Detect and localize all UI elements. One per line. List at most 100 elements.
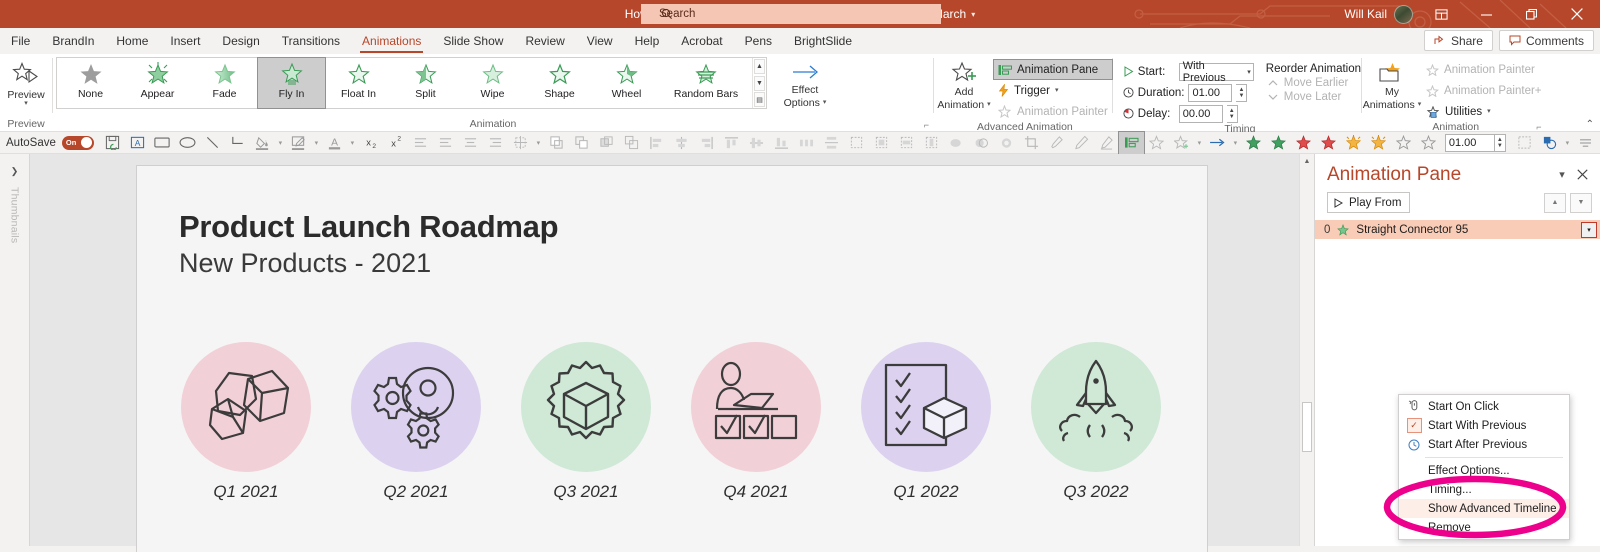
timeline-item-q3-2021[interactable]: Q3 2021 bbox=[502, 342, 670, 502]
align-objects-middle-icon[interactable] bbox=[744, 132, 769, 154]
tab-view[interactable]: View bbox=[576, 28, 624, 54]
slide[interactable]: Product Launch Roadmap New Products - 20… bbox=[137, 166, 1207, 552]
tab-home[interactable]: Home bbox=[105, 28, 159, 54]
pen-icon[interactable] bbox=[1069, 132, 1094, 154]
ribbon-display-options-button[interactable] bbox=[1419, 0, 1464, 28]
star-outline2-icon[interactable] bbox=[1416, 132, 1441, 154]
merge-shapes-2-icon[interactable] bbox=[894, 132, 919, 154]
shape-effects-dropdown[interactable]: ▾ bbox=[1562, 132, 1573, 154]
context-menu-timing[interactable]: Timing... bbox=[1399, 480, 1569, 499]
eyedropper-icon[interactable] bbox=[1044, 132, 1069, 154]
trigger-button[interactable]: Trigger ▾ bbox=[994, 81, 1112, 100]
merge-shapes-3-icon[interactable] bbox=[919, 132, 944, 154]
align-text-left-icon[interactable] bbox=[408, 132, 433, 154]
merge-union-icon[interactable] bbox=[944, 132, 969, 154]
chevron-down-icon[interactable]: ▾ bbox=[24, 100, 28, 108]
superscript-icon[interactable]: x2 bbox=[383, 132, 408, 154]
context-menu-remove[interactable]: Remove bbox=[1399, 518, 1569, 537]
gallery-scrollbar[interactable]: ▲ ▼ ▤ bbox=[752, 58, 766, 108]
avatar[interactable] bbox=[1394, 4, 1413, 24]
effect-options-button[interactable]: Effect Options ▾ bbox=[779, 57, 831, 109]
tab-brightslide[interactable]: BrightSlide bbox=[783, 28, 863, 54]
entrance-green-icon[interactable] bbox=[1241, 132, 1266, 154]
collapse-ribbon-button[interactable]: ⌃ bbox=[1586, 119, 1594, 130]
group-icon[interactable] bbox=[594, 132, 619, 154]
timeline-item-q3-2022[interactable]: Q3 2022 bbox=[1012, 342, 1180, 502]
animation-context-menu[interactable]: Start On Click ✓ Start With Previous Sta… bbox=[1398, 394, 1570, 540]
minimize-button[interactable] bbox=[1464, 0, 1509, 28]
gallery-scroll-down[interactable]: ▼ bbox=[754, 75, 765, 91]
toolbar-duration-input[interactable]: 01.00 bbox=[1444, 133, 1495, 152]
align-right-icon[interactable] bbox=[483, 132, 508, 154]
animation-none-icon[interactable] bbox=[1144, 132, 1169, 154]
align-center-icon[interactable] bbox=[458, 132, 483, 154]
highlighter-icon[interactable] bbox=[1094, 132, 1119, 154]
scrollbar-thumb[interactable] bbox=[1302, 402, 1312, 452]
play-from-button[interactable]: Play From bbox=[1327, 192, 1411, 213]
effect-none[interactable]: None bbox=[57, 58, 124, 108]
tab-help[interactable]: Help bbox=[624, 28, 671, 54]
chevron-down-icon[interactable]: ▾ bbox=[1247, 68, 1251, 76]
chevron-right-icon[interactable]: ❯ bbox=[11, 166, 19, 177]
effect-split[interactable]: Split bbox=[392, 58, 459, 108]
effect-wheel[interactable]: Wheel bbox=[593, 58, 660, 108]
text-box-icon[interactable]: A bbox=[125, 132, 150, 154]
slide-canvas[interactable]: Product Launch Roadmap New Products - 20… bbox=[30, 154, 1314, 552]
canvas-vertical-scrollbar[interactable]: ▲ bbox=[1299, 154, 1314, 546]
context-menu-effect-options[interactable]: Effect Options... bbox=[1399, 461, 1569, 480]
autosave-control[interactable]: AutoSave On bbox=[6, 135, 100, 150]
align-objects-center-icon[interactable] bbox=[669, 132, 694, 154]
effect-fade[interactable]: Fade bbox=[191, 58, 258, 108]
context-menu-start-on-click[interactable]: Start On Click bbox=[1399, 397, 1569, 416]
add-animation-icon[interactable] bbox=[1169, 132, 1194, 154]
toolbar-duration-stepper[interactable]: ▲ ▼ bbox=[1494, 133, 1506, 152]
search-input[interactable]: Search bbox=[641, 4, 941, 24]
toolbar-duration-control[interactable]: 01.00 ▲ ▼ bbox=[1444, 133, 1506, 152]
merge-combine-icon[interactable] bbox=[969, 132, 994, 154]
font-color-dropdown[interactable]: ▾ bbox=[347, 132, 358, 154]
shape-effects-icon[interactable] bbox=[1537, 132, 1562, 154]
line-icon[interactable] bbox=[200, 132, 225, 154]
shape-fill-icon[interactable] bbox=[250, 132, 275, 154]
effect-wipe[interactable]: Wipe bbox=[459, 58, 526, 108]
effect-shape[interactable]: Shape bbox=[526, 58, 593, 108]
shape-fill-dropdown[interactable]: ▾ bbox=[275, 132, 286, 154]
shape-outline-dropdown[interactable]: ▾ bbox=[311, 132, 322, 154]
animation-pane-options-button[interactable]: ▾ bbox=[1552, 164, 1572, 184]
distribute-horizontal-icon[interactable] bbox=[794, 132, 819, 154]
tab-transitions[interactable]: Transitions bbox=[271, 28, 351, 54]
size-icon[interactable] bbox=[844, 132, 869, 154]
slide-title[interactable]: Product Launch Roadmap bbox=[179, 209, 559, 245]
align-objects-top-icon[interactable] bbox=[719, 132, 744, 154]
chevron-down-icon[interactable]: ▾ bbox=[1487, 107, 1491, 115]
gallery-scroll-up[interactable]: ▲ bbox=[754, 59, 765, 74]
crop-icon[interactable] bbox=[1019, 132, 1044, 154]
timeline-item-q1-2021[interactable]: Q1 2021 bbox=[162, 342, 330, 502]
selection-pane-icon[interactable] bbox=[1512, 132, 1537, 154]
utilities-button[interactable]: Utilities ▾ bbox=[1422, 102, 1546, 121]
entrance-green2-icon[interactable] bbox=[1266, 132, 1291, 154]
animation-list-item[interactable]: 0 Straight Connector 95 ▾ bbox=[1315, 220, 1600, 239]
close-button[interactable] bbox=[1554, 0, 1600, 28]
brightslide-dialog-launcher[interactable]: ⌐ bbox=[1536, 122, 1541, 132]
scroll-up-icon[interactable]: ▲ bbox=[1300, 154, 1314, 169]
tab-pens[interactable]: Pens bbox=[734, 28, 783, 54]
animation-pane-close-button[interactable] bbox=[1572, 164, 1592, 184]
effect-random-bars[interactable]: Random Bars bbox=[660, 58, 752, 108]
delay-input[interactable]: 00.00 bbox=[1178, 104, 1223, 123]
animation-pane-icon[interactable] bbox=[1117, 130, 1145, 155]
animation-effects-gallery[interactable]: None Appear Fade Fly In Float In Split W… bbox=[56, 57, 767, 109]
motion-path-dropdown[interactable]: ▾ bbox=[1230, 132, 1241, 154]
tab-brandin[interactable]: BrandIn bbox=[41, 28, 105, 54]
tab-acrobat[interactable]: Acrobat bbox=[670, 28, 733, 54]
position-dropdown[interactable]: ▾ bbox=[533, 132, 544, 154]
effect-float-in[interactable]: Float In bbox=[325, 58, 392, 108]
align-objects-bottom-icon[interactable] bbox=[769, 132, 794, 154]
send-backward-icon[interactable] bbox=[569, 132, 594, 154]
add-animation-button[interactable]: Add Animation ▾ bbox=[937, 57, 991, 111]
thumbnail-rail[interactable]: ❯ Thumbnails bbox=[0, 154, 30, 546]
save-icon[interactable] bbox=[100, 132, 125, 154]
merge-subtract-icon[interactable] bbox=[994, 132, 1019, 154]
delay-stepper[interactable]: ▲ ▼ bbox=[1226, 104, 1238, 123]
oval-icon[interactable] bbox=[175, 132, 200, 154]
